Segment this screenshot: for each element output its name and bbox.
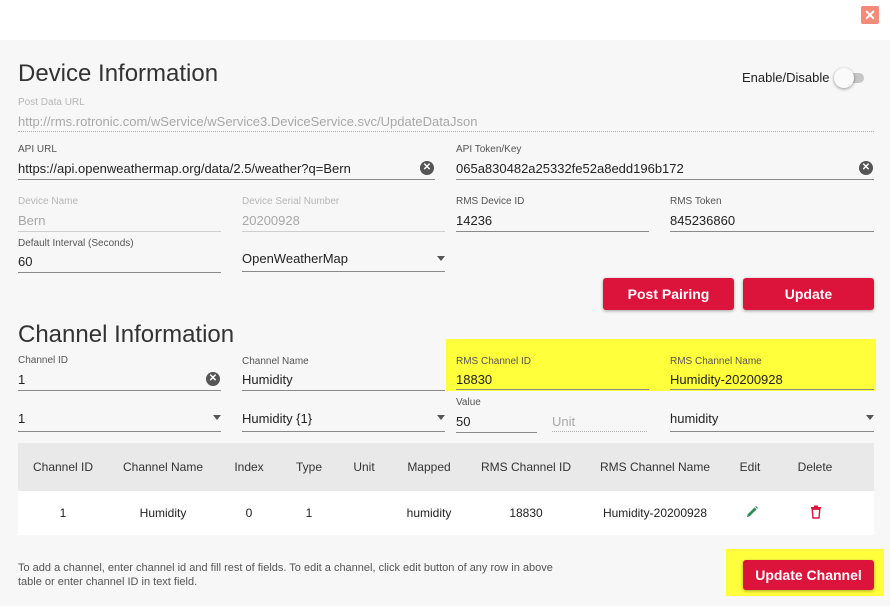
mapped-select-underline	[670, 431, 874, 432]
type-select-chevron-down-icon[interactable]	[437, 415, 445, 420]
api-token-clear-icon[interactable]: ✕	[859, 161, 873, 175]
trash-icon[interactable]	[810, 505, 822, 519]
post-url-underline	[18, 131, 874, 132]
table-row: 1 Humidity 0 1 humidity 18830 Humidity-2…	[18, 491, 874, 535]
type-select-underline	[242, 431, 445, 432]
rms-token-field[interactable]: 845236860	[670, 213, 735, 228]
cell-mapped: humidity	[406, 506, 452, 520]
serial-underline	[242, 231, 445, 232]
rms-device-id-field[interactable]: 14236	[456, 213, 492, 228]
close-icon[interactable]: ✕	[861, 6, 879, 24]
device-name-underline	[18, 231, 221, 232]
api-token-label: API Token/Key	[456, 144, 522, 155]
interval-underline	[18, 272, 221, 273]
serial-label: Device Serial Number	[242, 196, 340, 207]
cell-channel-name: Humidity	[139, 506, 187, 520]
channel-id-underline	[18, 390, 221, 391]
rms-channel-name-underline	[670, 389, 874, 390]
serial-field: 20200928	[242, 213, 300, 228]
cell-type: 1	[305, 506, 313, 520]
rms-device-id-label: RMS Device ID	[456, 196, 525, 207]
help-note: To add a channel, enter channel id and f…	[18, 562, 553, 588]
col-mapped: Mapped	[407, 460, 451, 474]
rms-channel-name-label: RMS Channel Name	[670, 356, 762, 367]
rms-channel-id-field[interactable]: 18830	[456, 372, 492, 387]
dialog-top-bar: ✕	[0, 0, 890, 40]
value-field[interactable]: 50	[456, 414, 470, 429]
type-select[interactable]: Humidity {1}	[242, 411, 312, 426]
rms-device-id-underline	[456, 231, 649, 232]
pencil-icon[interactable]	[745, 505, 759, 519]
unit-underline	[552, 431, 647, 432]
value-underline	[456, 432, 537, 433]
source-select[interactable]: OpenWeatherMap	[242, 251, 348, 266]
rms-token-label: RMS Token	[670, 196, 722, 207]
col-rms-channel-name: RMS Channel Name	[599, 460, 711, 474]
channel-section-title: Channel Information	[18, 321, 235, 348]
col-rms-channel-id: RMS Channel ID	[480, 460, 572, 474]
cell-index: 0	[245, 506, 253, 520]
unit-field: Unit	[552, 414, 576, 429]
cell-rms-channel-id: 18830	[509, 506, 543, 520]
channel-id-field[interactable]: 1	[18, 372, 25, 387]
col-unit: Unit	[353, 460, 375, 474]
col-index: Index	[234, 460, 264, 474]
mapped-select[interactable]: humidity	[670, 411, 718, 426]
update-channel-button[interactable]: Update Channel	[743, 560, 874, 590]
channel-name-underline	[242, 390, 445, 391]
index-select-chevron-down-icon[interactable]	[213, 415, 221, 420]
rms-channel-id-label: RMS Channel ID	[456, 356, 532, 367]
source-select-underline	[242, 271, 445, 272]
col-channel-id: Channel ID	[32, 460, 94, 474]
enable-toggle[interactable]	[834, 68, 854, 88]
rms-channel-name-field[interactable]: Humidity-20200928	[670, 372, 783, 387]
cell-channel-id: 1	[59, 506, 67, 520]
channel-id-clear-icon[interactable]: ✕	[206, 372, 220, 386]
channel-name-label: Channel Name	[242, 356, 309, 367]
post-url-label: Post Data URL	[18, 97, 85, 108]
api-url-field[interactable]: https://api.openweathermap.org/data/2.5/…	[18, 161, 351, 176]
device-name-label: Device Name	[18, 196, 79, 207]
device-section-title: Device Information	[18, 60, 219, 87]
index-select-underline	[18, 431, 221, 432]
post-url-field: http://rms.rotronic.com/wService/wServic…	[18, 114, 478, 129]
col-edit: Edit	[739, 460, 761, 474]
rms-channel-id-underline	[456, 389, 649, 390]
value-label: Value	[456, 397, 481, 408]
api-url-underline	[18, 179, 435, 180]
col-channel-name: Channel Name	[122, 460, 204, 474]
post-pairing-button[interactable]: Post Pairing	[603, 278, 734, 310]
interval-field[interactable]: 60	[18, 254, 32, 269]
api-token-field[interactable]: 065a830482a25332fe52a8edd196b172	[456, 161, 684, 176]
api-url-clear-icon[interactable]: ✕	[420, 161, 434, 175]
index-select[interactable]: 1	[18, 411, 25, 426]
update-button[interactable]: Update	[743, 278, 874, 310]
channel-name-field[interactable]: Humidity	[242, 372, 293, 387]
col-delete: Delete	[797, 460, 833, 474]
channel-table-header: Channel ID Channel Name Index Type Unit …	[18, 443, 874, 491]
mapped-select-chevron-down-icon[interactable]	[866, 415, 874, 420]
cell-rms-channel-name: Humidity-20200928	[602, 506, 708, 520]
col-type: Type	[295, 460, 323, 474]
source-select-chevron-down-icon[interactable]	[437, 256, 445, 261]
enable-disable-label: Enable/Disable	[742, 70, 830, 85]
interval-label: Default Interval (Seconds)	[18, 238, 134, 249]
device-name-field: Bern	[18, 213, 46, 228]
rms-token-underline	[670, 231, 874, 232]
api-token-underline	[456, 179, 874, 180]
api-url-label: API URL	[18, 144, 57, 155]
channel-id-label: Channel ID	[18, 355, 69, 366]
